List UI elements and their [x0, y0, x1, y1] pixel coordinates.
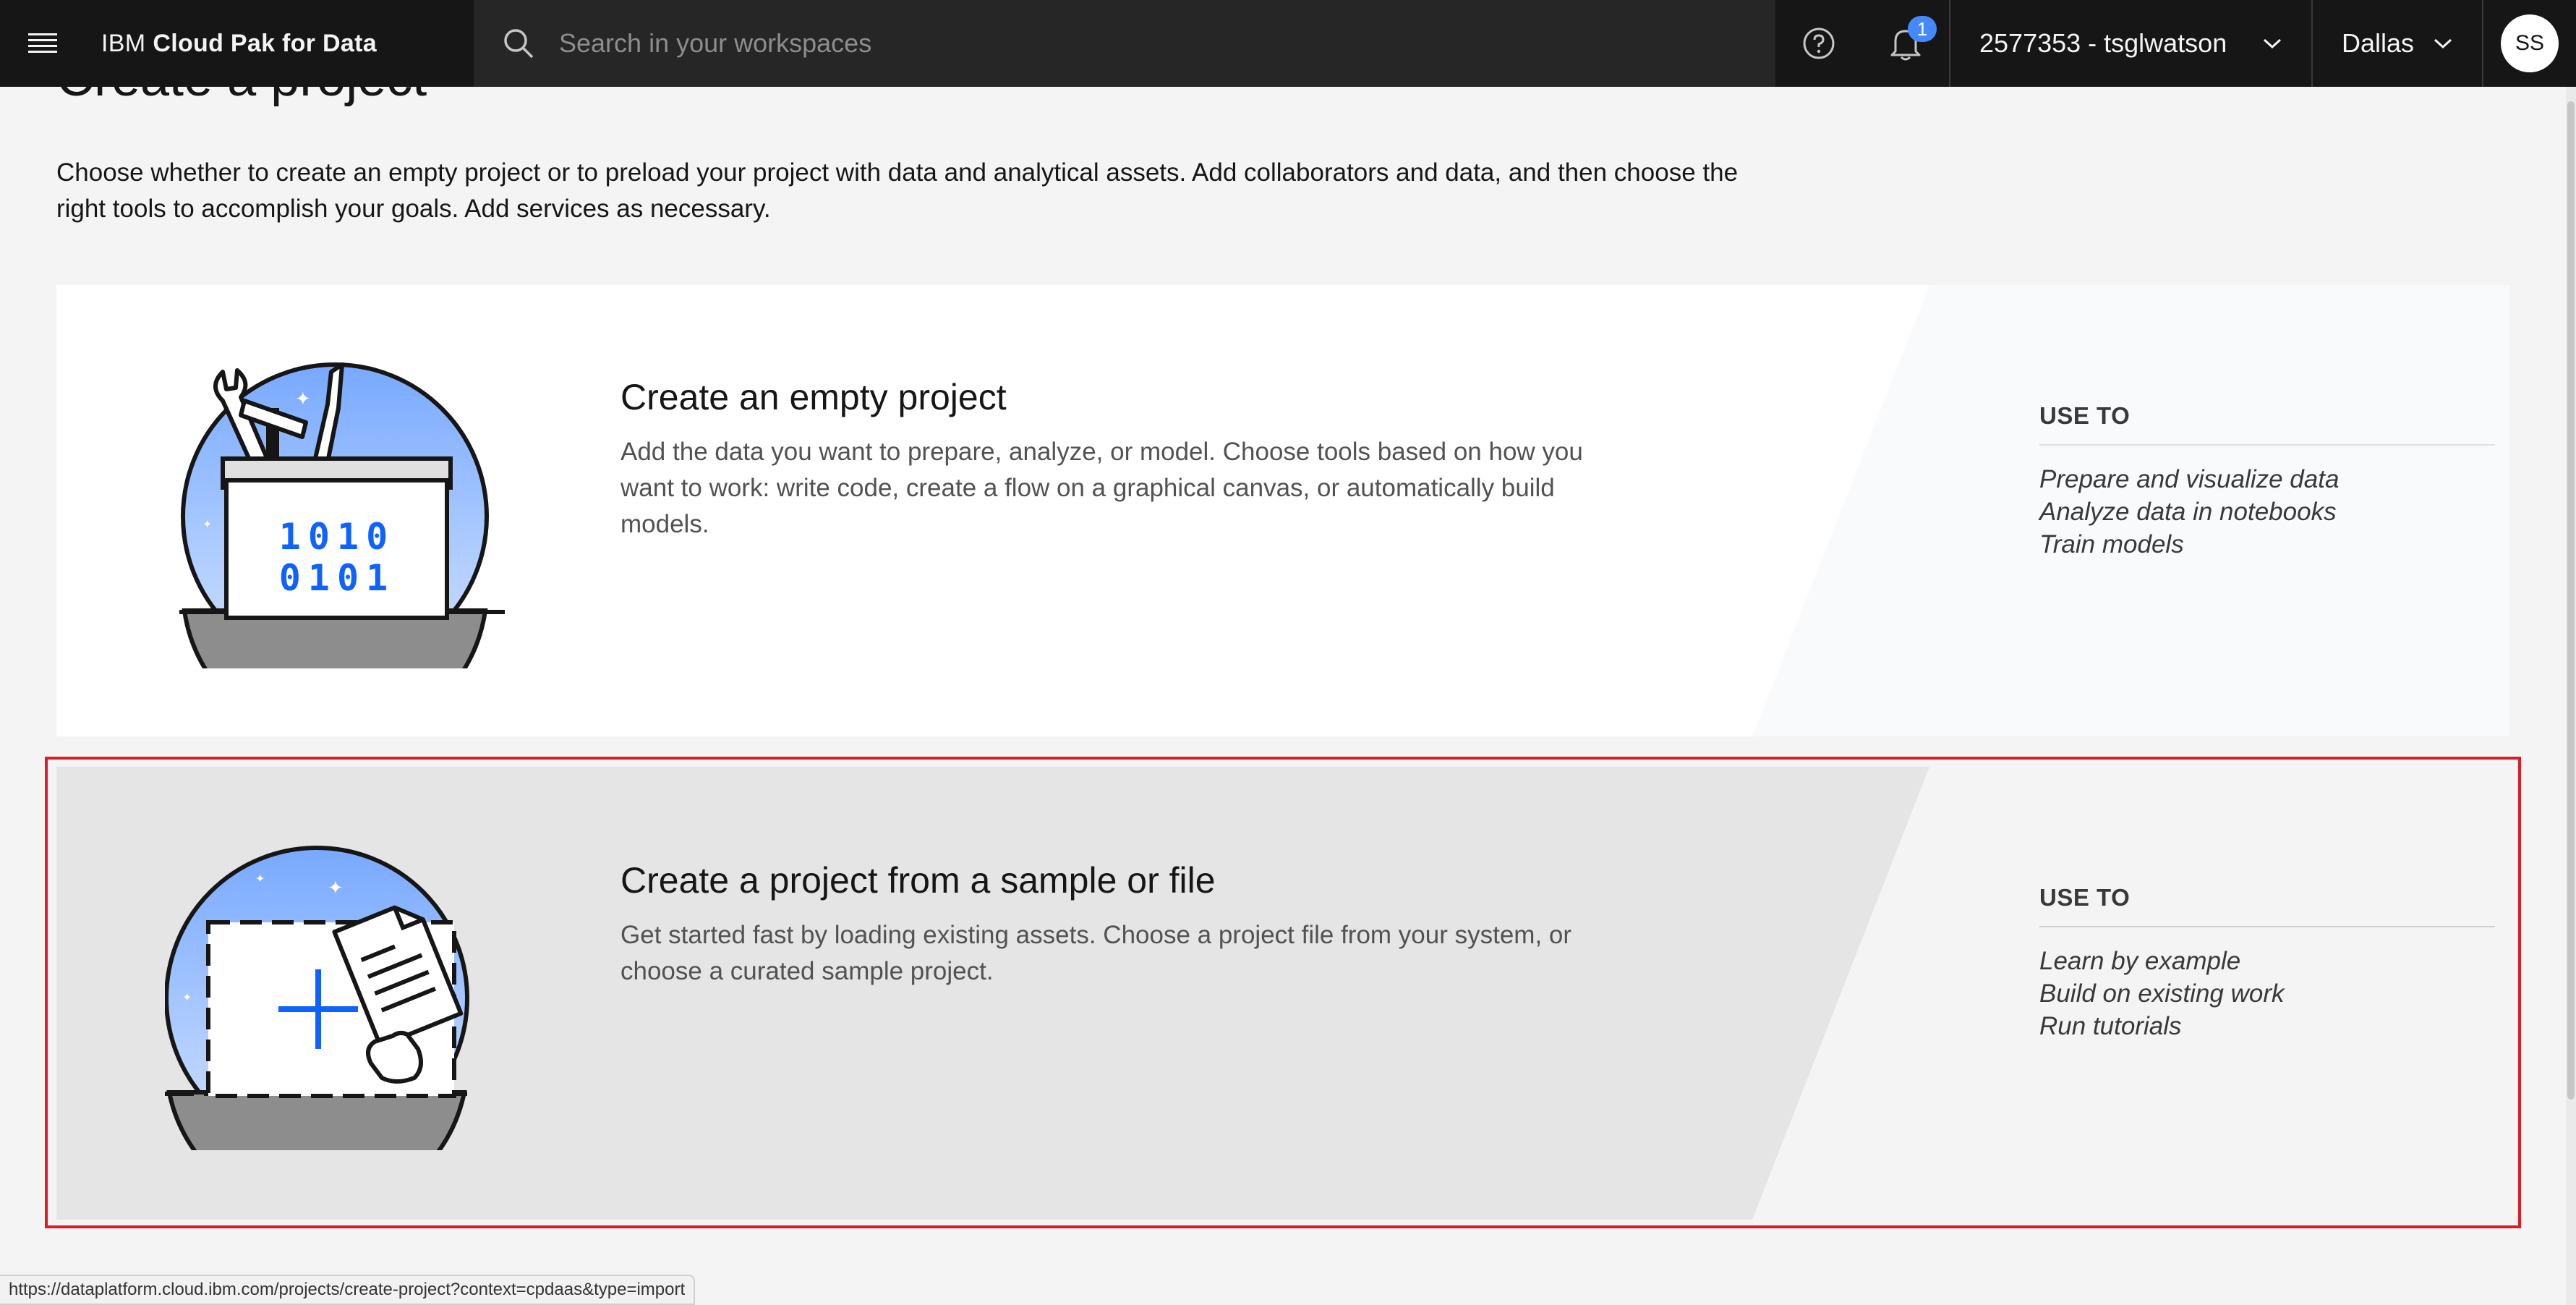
use-to-item: Run tutorials	[2039, 1012, 2182, 1040]
create-from-sample-or-file-tile[interactable]: ✦ ✦ ✦ Create a project from a sample or …	[56, 767, 2509, 1220]
avatar: SS	[2501, 14, 2559, 72]
use-to-list: Prepare and visualize data Analyze data …	[2039, 463, 2495, 561]
hamburger-icon	[28, 33, 57, 53]
svg-text:✦: ✦	[328, 877, 344, 899]
toolbox-illustration: ✦ ✦ 1010 0101	[179, 362, 505, 668]
use-to-list: Learn by example Build on existing work …	[2039, 945, 2495, 1042]
help-icon	[1803, 27, 1835, 59]
svg-text:✦: ✦	[202, 517, 212, 531]
svg-text:✦: ✦	[182, 990, 192, 1004]
use-to-item: Prepare and visualize data	[2039, 465, 2340, 493]
page-intro: Choose whether to create an empty projec…	[56, 158, 1739, 223]
region-switcher[interactable]: Dallas	[2313, 0, 2482, 87]
region-label: Dallas	[2342, 28, 2415, 58]
use-to-item: Train models	[2039, 530, 2184, 558]
import-file-illustration: ✦ ✦ ✦	[165, 846, 469, 1150]
search-bar[interactable]	[474, 0, 1775, 87]
notifications-button[interactable]: 1	[1862, 0, 1949, 87]
tile-description: Add the data you want to prepare, analyz…	[620, 438, 1583, 538]
use-to-item: Analyze data in notebooks	[2039, 498, 2337, 526]
notification-badge: 1	[1908, 16, 1937, 42]
use-to-title: USE TO	[2039, 402, 2495, 446]
page-title: Create a project	[56, 52, 427, 107]
scrollbar-thumb[interactable]	[2567, 101, 2575, 1100]
binary-line-2: 0101	[279, 557, 395, 599]
use-to-title: USE TO	[2039, 884, 2495, 927]
create-empty-project-tile[interactable]: ✦ ✦ 1010 0101 Create an empty project Ad…	[56, 285, 2509, 736]
svg-text:✦: ✦	[295, 388, 311, 410]
tile-description: Get started fast by loading existing ass…	[620, 921, 1572, 985]
use-to-panel: USE TO Prepare and visualize data Analyz…	[2039, 402, 2495, 561]
status-bar-url: https://dataplatform.cloud.ibm.com/proje…	[0, 1275, 696, 1305]
use-to-item: Learn by example	[2039, 947, 2241, 975]
chevron-down-icon	[2434, 38, 2452, 49]
search-icon	[504, 29, 534, 59]
tile-heading: Create an empty project	[620, 377, 1007, 417]
chevron-down-icon	[2263, 38, 2282, 49]
tile-heading: Create a project from a sample or file	[620, 860, 1216, 901]
use-to-panel: USE TO Learn by example Build on existin…	[2039, 884, 2495, 1042]
search-input[interactable]	[559, 28, 1644, 59]
svg-text:✦: ✦	[255, 872, 265, 885]
use-to-item: Build on existing work	[2039, 979, 2285, 1008]
binary-line-1: 1010	[279, 516, 395, 558]
account-switcher[interactable]: 2577353 - tsglwatson	[1950, 0, 2311, 87]
help-button[interactable]	[1775, 0, 1862, 87]
user-menu-button[interactable]: SS	[2483, 0, 2576, 87]
account-label: 2577353 - tsglwatson	[1979, 28, 2227, 58]
